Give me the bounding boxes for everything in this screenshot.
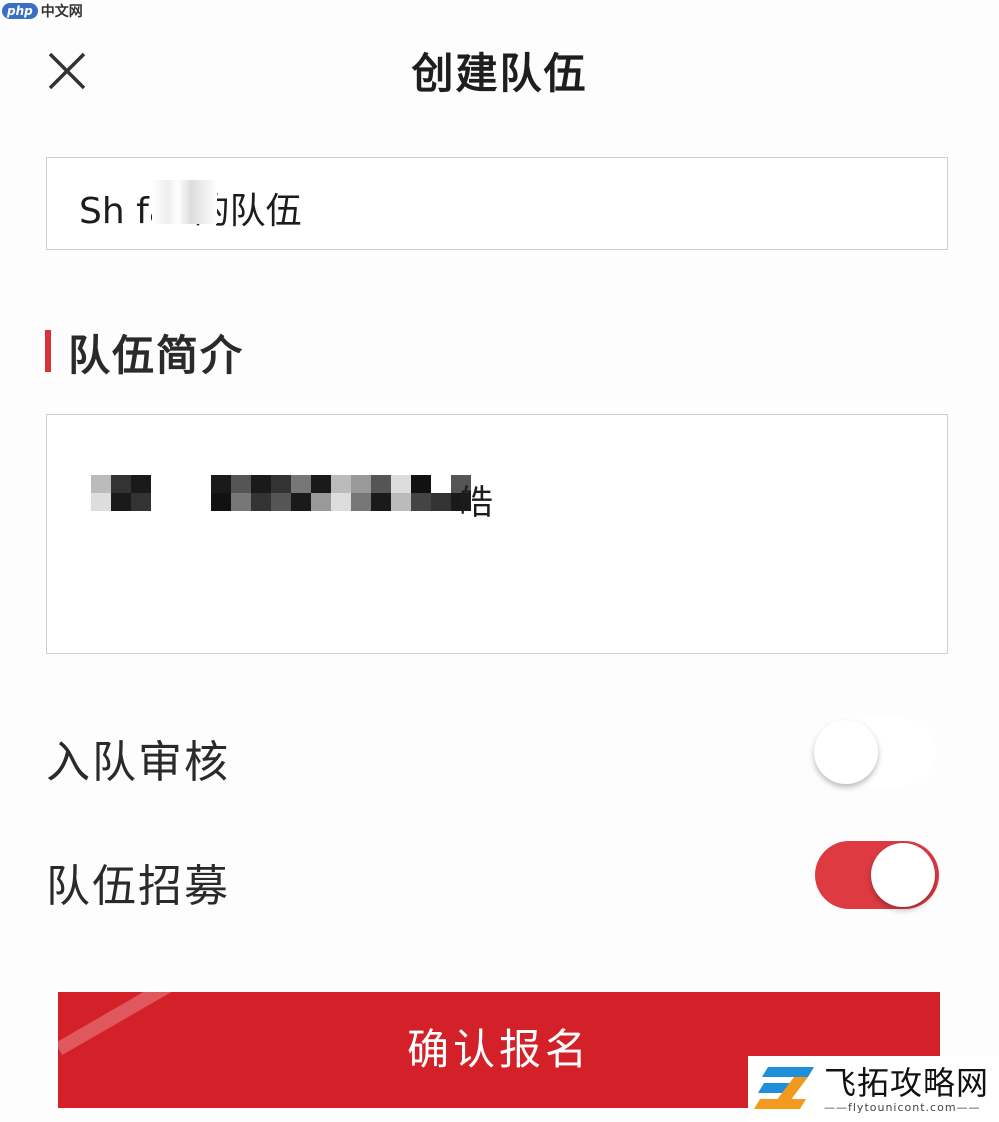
php-watermark-text: 中文网 — [40, 4, 83, 20]
section-accent-bar — [45, 330, 51, 372]
toggle-knob — [814, 720, 878, 784]
php-cn-watermark: php 中文网 — [2, 0, 83, 22]
setting-label-join-review: 入队审核 — [46, 737, 230, 788]
feituo-logo-icon — [754, 1067, 814, 1109]
watermark-title: 飞拓攻略网 — [824, 1063, 990, 1102]
watermark-subtitle: ——flytounicont.com—— — [824, 1100, 981, 1114]
redacted-text — [152, 180, 217, 224]
section-title-intro: 队伍简介 — [68, 331, 245, 380]
intro-text-tail: 皓 — [459, 483, 493, 523]
join-review-toggle[interactable] — [812, 718, 936, 786]
page-title: 创建队伍 — [411, 49, 588, 98]
setting-label-recruit: 队伍招募 — [46, 861, 230, 912]
button-highlight — [58, 992, 201, 1056]
recruit-toggle[interactable] — [815, 841, 939, 909]
site-watermark: 飞拓攻略网 ——flytounicont.com—— — [748, 1056, 999, 1122]
redacted-mosaic — [91, 475, 491, 511]
confirm-button-label: 确认报名 — [406, 1025, 591, 1074]
team-name-input[interactable]: Sh fan的队伍 — [46, 157, 948, 250]
team-intro-textarea[interactable]: 皓 — [46, 414, 948, 654]
php-badge: php — [2, 3, 38, 19]
toggle-knob — [871, 843, 935, 907]
